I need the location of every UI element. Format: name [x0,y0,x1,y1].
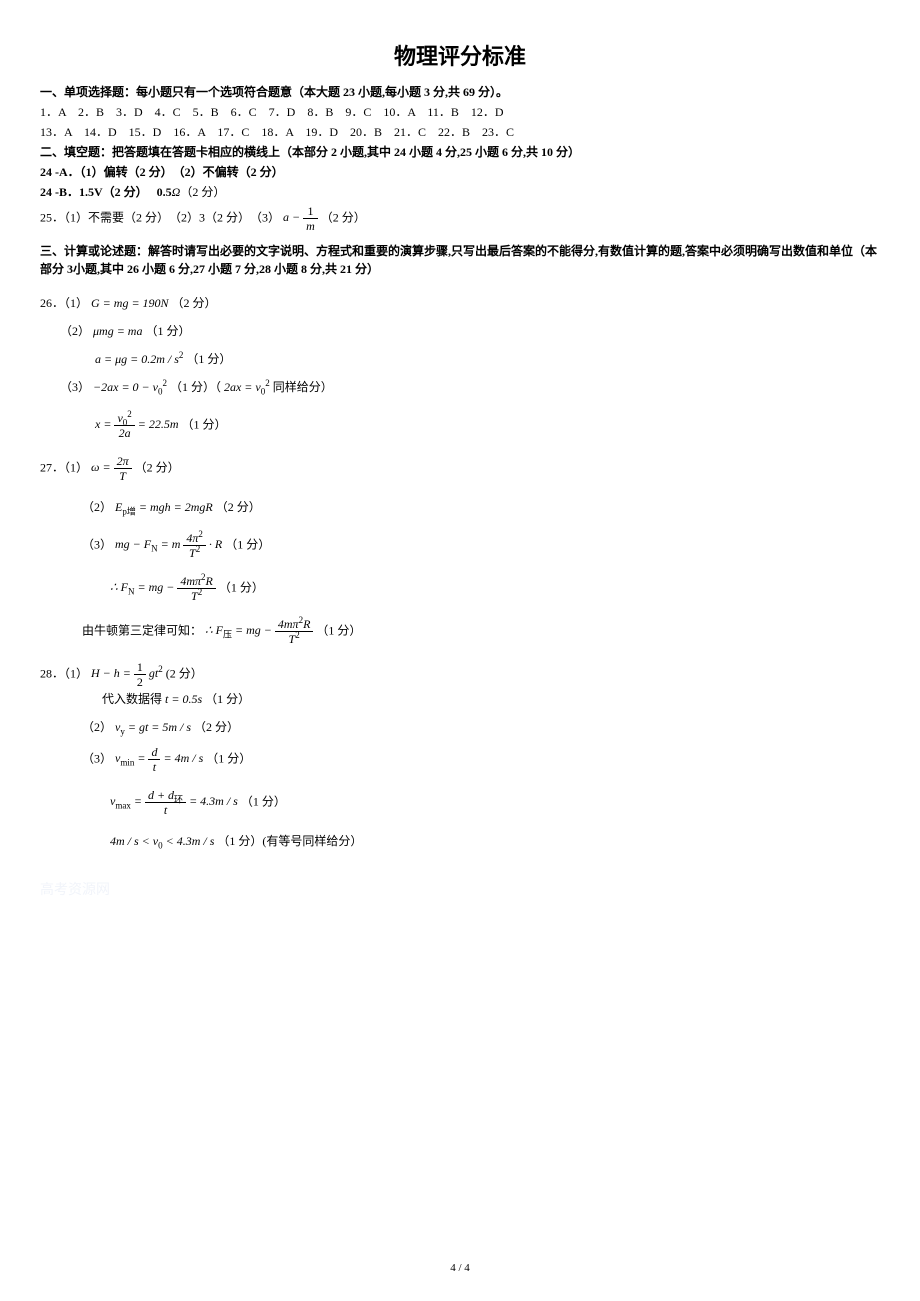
q28-p1b-pts: （1 分） [205,692,250,706]
q26-p3b-eq: x = v022a = 22.5m [95,417,182,431]
q28-p1-pre: 28．（1） [40,666,88,680]
q26-p3-eq2: 2ax = v02 [224,380,270,394]
q26-p3-pre: （3） [60,380,90,394]
q26-p2b-pts: （1 分） [186,352,231,366]
q27-p3b: ∴ FN = mg − 4mπ2RT2 （1 分） [40,575,880,602]
q27-p2-pre: （2） [82,500,112,514]
q26-p3b-pts: （1 分） [182,417,227,431]
q26-p2-pre: （2） [60,324,90,338]
section3-header: 三、计算或论述题：解答时请写出必要的文字说明、方程式和重要的演算步骤,只写出最后… [40,242,880,278]
q28-p3-eq: vmin = dt = 4m / s [115,751,206,765]
answer-24a: 24 -A．（1）偏转（2 分） （2）不偏转（2 分） [40,163,880,181]
q27-p1-pre: 27．（1） [40,460,88,474]
q27-p2-pts: （2 分） [216,500,261,514]
q27-p3c: 由牛顿第三定律可知： ∴ F压 = mg − 4mπ2RT2 （1 分） [40,618,880,645]
q27-p3-pts: （1 分） [225,537,270,551]
q28-p1: 28．（1） H − h = 12 gt2 (2 分） [40,661,880,688]
q28-p3b-eq: vmax = d + d环t = 4.3m / s [110,794,241,808]
answers-row-1: 1．A 2．B 3．D 4．C 5．B 6．C 7．D 8．B 9．C 10．A… [40,103,880,121]
q28-p3b-pts: （1 分） [241,794,286,808]
answer-25: 25．（1）不需要（2 分） （2）3（2 分） （3） a − 1m （2 分… [40,205,880,232]
answer-24b-prefix: 24 -B．1.5V（2 分） 0.5 [40,185,172,199]
q26-p2b: a = μg = 0.2m / s2 （1 分） [40,350,880,368]
q28-p2-pre: （2） [82,720,112,734]
q28-p1b-text: 代入数据得 [102,692,162,706]
q28-p3-pts: （1 分） [206,751,251,765]
q28-p2-pts: （2 分） [194,720,239,734]
q27-p2-eq: Ep增 = mgh = 2mgR [115,500,213,514]
q26-p2-pts: （1 分） [145,324,190,338]
q26-p3-pts1: （1 分）（ [170,380,221,394]
q28-p2-eq: vy = gt = 5m / s [115,720,191,734]
q28-p3c: 4m / s < v0 < 4.3m / s （1 分）(有等号同样给分） [40,832,880,850]
q28-p2: （2） vy = gt = 5m / s （2 分） [40,718,880,736]
q27-p3-eq: mg − FN = m 4π2T2 · R [115,537,225,551]
answer-25-eq: a − 1m [283,210,318,224]
q28-p1b-eq: t = 0.5s [165,692,202,706]
q26-p3: （3） −2ax = 0 − v02 （1 分）（ 2ax = v02 同样给分… [40,378,880,396]
q26-p2b-eq: a = μg = 0.2m / s2 [95,352,183,366]
q27-p2: （2） Ep增 = mgh = 2mgR （2 分） [40,498,880,516]
q26-p2: （2） μmg = ma （1 分） [40,322,880,340]
q26-p3-eq1: −2ax = 0 − v02 [93,380,167,394]
q26-p1: 26．（1） G = mg = 190N （2 分） [40,294,880,312]
q27-p3c-pts: （1 分） [316,623,361,637]
q26-p1-pts: （2 分） [172,296,217,310]
q28-p3c-pts: （1 分）(有等号同样给分） [217,834,362,848]
q27-p1-eq: ω = 2πT [91,460,135,474]
section2-header: 二、填空题：把答题填在答题卡相应的横线上（本部分 2 小题,其中 24 小题 4… [40,143,880,161]
q26-p1-pre: 26．（1） [40,296,88,310]
section1-header: 一、单项选择题：每小题只有一个选项符合题意（本大题 23 小题,每小题 3 分,… [40,83,880,101]
q27-p3b-eq: ∴ FN = mg − 4mπ2RT2 [110,580,219,594]
q26-p3b: x = v022a = 22.5m （1 分） [40,412,880,439]
q27-p3b-pts: （1 分） [219,580,264,594]
q28-p1-pts: (2 分） [166,666,203,680]
answers-row-2: 13．A 14．D 15．D 16．A 17．C 18．A 19．D 20．B … [40,123,880,141]
q27-p1: 27．（1） ω = 2πT （2 分） [40,455,880,482]
q28-p3c-eq: 4m / s < v0 < 4.3m / s [110,834,214,848]
q27-p3: （3） mg − FN = m 4π2T2 · R （1 分） [40,532,880,559]
q26-p2-eq: μmg = ma [93,324,142,338]
answer-25-suffix: （2 分） [321,210,366,224]
page-title: 物理评分标准 [40,40,880,73]
q27-p3c-text: 由牛顿第三定律可知： [82,623,202,637]
q26-p3-suffix: 同样给分） [273,380,333,394]
q26-p1-eq: G = mg = 190N [91,296,169,310]
q27-p3c-eq: ∴ F压 = mg − 4mπ2RT2 [205,623,316,637]
q28-p1b: 代入数据得 t = 0.5s （1 分） [40,690,880,708]
q28-p3b: vmax = d + d环t = 4.3m / s （1 分） [40,789,880,816]
page-footer: 4 / 4 [0,1260,920,1277]
answer-25-prefix: 25．（1）不需要（2 分） （2）3（2 分） （3） [40,210,280,224]
answer-24b-suffix: （2 分） [180,185,225,199]
watermark: 高考资源网 [40,880,880,901]
q28-p1-eq: H − h = 12 gt2 [91,666,166,680]
q28-p3-pre: （3） [82,751,112,765]
answer-24b: 24 -B．1.5V（2 分） 0.5Ω（2 分） [40,183,880,201]
q27-p3-pre: （3） [82,537,112,551]
q27-p1-pts: （2 分） [135,460,180,474]
q28-p3: （3） vmin = dt = 4m / s （1 分） [40,746,880,773]
